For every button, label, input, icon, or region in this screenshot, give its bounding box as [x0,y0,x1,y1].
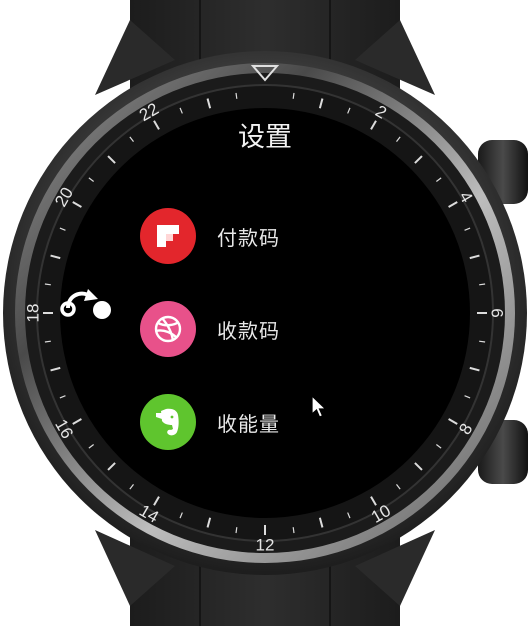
menu-item-label: 收能量 [217,411,280,436]
menu-item-collect-energy[interactable]: 收能量 [140,393,280,451]
menu-item-label: 付款码 [217,225,280,250]
bezel-tick [44,340,51,343]
menu-item-receive-code[interactable]: 收款码 [140,300,280,358]
cursor-icon [311,395,327,418]
dribbble-icon [140,301,196,357]
smartwatch: 246810121416182022 设置 付款码 收款码 [0,0,530,626]
bezel-tick [235,527,238,534]
flipboard-icon [140,208,196,264]
bezel-tick [479,340,486,343]
evernote-icon [140,394,196,450]
bezel-number: 6 [488,308,507,317]
bezel-number: 18 [24,304,43,323]
bezel-tick [292,527,295,534]
bezel-tick [44,283,51,286]
bezel-tick [292,92,295,99]
back-icon[interactable] [58,286,114,326]
menu-item-label: 收款码 [217,318,280,343]
page-title: 设置 [238,122,292,153]
bezel-number: 12 [256,536,275,555]
bezel-tick [479,283,486,286]
bezel-tick [235,92,238,99]
menu-item-payment-code[interactable]: 付款码 [140,207,280,265]
